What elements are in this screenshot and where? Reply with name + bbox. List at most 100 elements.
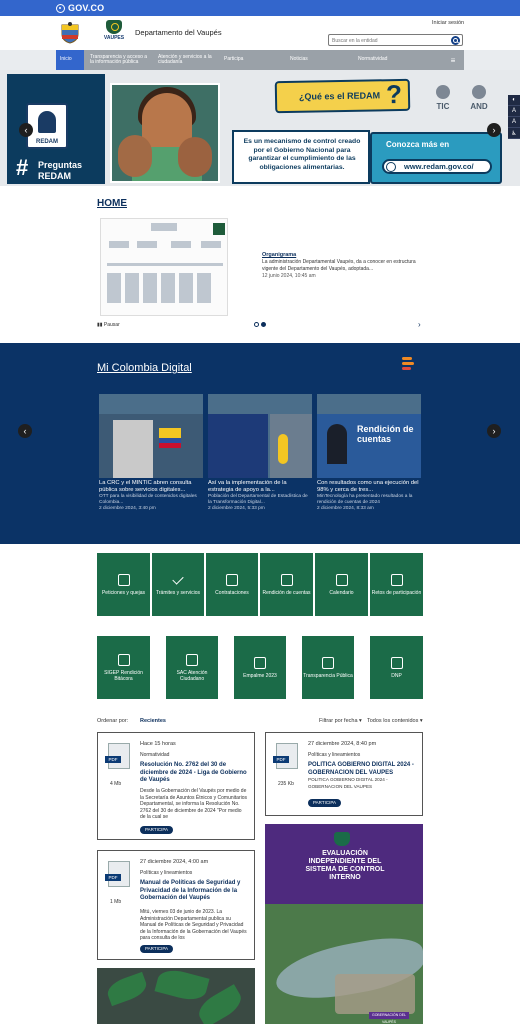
document-card[interactable]: PDF 4 Mb Hace 15 horas Normatividad Reso…	[97, 732, 255, 840]
mcd-card-title[interactable]: Así va la implementación de la estrategi…	[208, 480, 312, 494]
tile-label: Peticiones y quejas	[101, 589, 146, 596]
redam-more-label: Conozca más en	[386, 140, 450, 149]
login-link[interactable]: Iniciar sesión	[432, 20, 464, 26]
tile-peticiones[interactable]: Peticiones y quejas	[97, 553, 150, 616]
hashtag-line-2: REDAM	[38, 171, 71, 181]
hand-icon	[390, 573, 403, 586]
leaf-image-card[interactable]	[97, 968, 255, 1024]
order-label: Ordenar por:	[97, 718, 129, 724]
redam-url[interactable]: www.redam.gov.co/	[382, 159, 492, 174]
document-card[interactable]: PDF 1 Mb 27 diciembre 2024, 4:00 am Polí…	[97, 850, 255, 960]
calendar-icon	[335, 573, 348, 586]
tile-label: Empalme 2023	[243, 672, 277, 679]
mcd-card[interactable]: Así va la implementación de la estrategi…	[208, 394, 312, 511]
tile-dnp[interactable]: DNP	[370, 636, 423, 699]
and-badge-label: AND	[470, 102, 488, 111]
tile-sac[interactable]: SAC Atención Ciudadano	[166, 636, 218, 699]
gov-co-text: GOV.CO	[68, 3, 105, 13]
tile-retos[interactable]: Retos de participación	[370, 553, 423, 616]
nav-item-transparencia[interactable]: Transparencia y acceso a la información …	[84, 50, 152, 70]
gov-co-logo[interactable]: GOV.CO	[56, 2, 104, 14]
tile-label: SAC Atención Ciudadano	[176, 669, 208, 682]
org-box	[137, 241, 157, 248]
hero-next-arrow-icon[interactable]: ›	[487, 123, 501, 137]
carousel-dot-active[interactable]	[261, 322, 266, 327]
promo-footer: GOBERNACIÓN DEL VAUPÉS	[369, 1012, 409, 1024]
nav-item-participa[interactable]: Participa	[218, 50, 284, 70]
content-filter-bar: Ordenar por: Recientes Filtrar por fecha…	[97, 716, 423, 726]
tile-transparencia[interactable]: Transparencia Pública	[302, 636, 354, 699]
home-news-title[interactable]: Organigrama	[262, 252, 422, 258]
participa-button[interactable]: PARTICIPA	[140, 826, 174, 834]
redam-description: Es un mecanismo de control creado por el…	[243, 138, 361, 171]
mcd-prev-arrow-icon[interactable]: ‹	[18, 424, 32, 438]
font-increase-icon[interactable]: A	[508, 117, 520, 128]
hashtag-line-1: Preguntas	[38, 160, 83, 170]
chart-icon	[280, 573, 293, 586]
family-illustration	[110, 83, 220, 183]
org-chart-image[interactable]	[100, 218, 228, 316]
control-interno-promo-image[interactable]: EVALUACIÓN INDEPENDIENTE DEL SISTEMA DE …	[265, 824, 423, 1024]
org-box	[151, 223, 177, 231]
tic-badge: TIC	[430, 85, 456, 111]
document-title[interactable]: Resolución No. 2762 del 30 de diciembre …	[140, 762, 248, 785]
tile-contrataciones[interactable]: Contrataciones	[206, 553, 258, 616]
document-card[interactable]: PDF 235 Kb 27 diciembre 2024, 8:40 pm Po…	[265, 732, 423, 816]
and-badge-icon	[472, 85, 486, 99]
tile-empalme[interactable]: Empalme 2023	[234, 636, 286, 699]
home-title: HOME	[97, 198, 127, 209]
form-icon	[186, 653, 198, 666]
document-size: 4 Mb	[110, 781, 122, 787]
search-input[interactable]	[332, 36, 442, 45]
mcd-card[interactable]: La CRC y el MINTIC abren consulta públic…	[99, 394, 203, 511]
vaupes-logo[interactable]: VAUPES	[100, 20, 128, 47]
nav-bar: Inicio Transparencia y acceso a la infor…	[56, 50, 464, 70]
document-title[interactable]: POLITICA GOBIERNO DIGITAL 2024 - GOBERNA…	[308, 762, 418, 777]
search-icon[interactable]	[451, 36, 460, 45]
document-title[interactable]: Manual de Políticas de Seguridad y Priva…	[140, 880, 248, 903]
tile-sigep[interactable]: SIGEP Rendición Bitácora	[97, 636, 150, 699]
document-date: 27 diciembre 2024, 8:40 pm	[308, 741, 377, 747]
hamburger-menu-icon[interactable]: ≡	[442, 50, 464, 70]
home-news-item[interactable]: Organigrama La administración Departamen…	[262, 252, 422, 279]
nav-item-noticias[interactable]: Noticias	[284, 50, 352, 70]
redam-more-box: Conozca más en www.redam.gov.co/	[370, 132, 502, 184]
document-date: 27 diciembre 2024, 4:00 am	[140, 859, 209, 865]
promo-title: EVALUACIÓN INDEPENDIENTE DEL SISTEMA DE …	[305, 850, 385, 881]
colombia-coat-of-arms-icon[interactable]	[59, 22, 81, 44]
bank-icon	[117, 653, 130, 666]
mcd-next-arrow-icon[interactable]: ›	[487, 424, 501, 438]
contrast-icon[interactable]: ◐	[508, 95, 520, 106]
font-decrease-icon[interactable]: A	[508, 106, 520, 117]
hero-prev-arrow-icon[interactable]: ‹	[19, 123, 33, 137]
content-type-filter[interactable]: Todos los contenidos ▾	[367, 718, 423, 724]
nav-item-atencion[interactable]: Atención y servicios a la ciudadanía	[152, 50, 218, 70]
tile-rendicion[interactable]: Rendición de cuentas	[260, 553, 313, 616]
mcd-card-image: Rendición de cuentas	[317, 394, 421, 478]
mcd-card-title[interactable]: Con resultados como una ejecución del 98…	[317, 480, 421, 494]
mcd-title[interactable]: Mi Colombia Digital	[97, 362, 192, 374]
tile-label: Trámites y servicios	[156, 589, 200, 596]
hero-banner[interactable]: REDAM # Preguntas REDAM ¿Qué es el REDAM…	[0, 70, 520, 186]
home-pause-button[interactable]: ▮▮ Pausar	[97, 322, 120, 328]
order-select[interactable]: Recientes	[140, 718, 166, 724]
home-next-arrow-icon[interactable]: ›	[418, 320, 421, 329]
child-figure-right	[178, 137, 212, 177]
mcd-card-title[interactable]: La CRC y el MINTIC abren consulta públic…	[99, 480, 203, 494]
pdf-file-icon: PDF	[105, 743, 130, 769]
tile-calendario[interactable]: Calendario	[315, 553, 368, 616]
tile-tramites[interactable]: Trámites y servicios	[152, 553, 204, 616]
nav-item-inicio[interactable]: Inicio	[56, 50, 84, 70]
mcd-card[interactable]: Rendición de cuentas Con resultados como…	[317, 394, 421, 511]
leaf-shape	[154, 968, 210, 1005]
participa-button[interactable]: PARTICIPA	[308, 799, 342, 807]
org-box	[201, 241, 221, 248]
date-filter[interactable]: Filtrar por fecha ▾	[319, 718, 362, 724]
nav-item-normatividad[interactable]: Normatividad	[352, 50, 422, 70]
carousel-dot[interactable]	[254, 322, 259, 327]
participa-button[interactable]: PARTICIPA	[140, 945, 174, 953]
main-nav: Inicio Transparencia y acceso a la infor…	[0, 50, 520, 70]
accessibility-icon[interactable]: ♿	[508, 128, 520, 139]
redam-logo-label: REDAM	[36, 139, 58, 145]
mcd-card-image	[99, 394, 203, 478]
